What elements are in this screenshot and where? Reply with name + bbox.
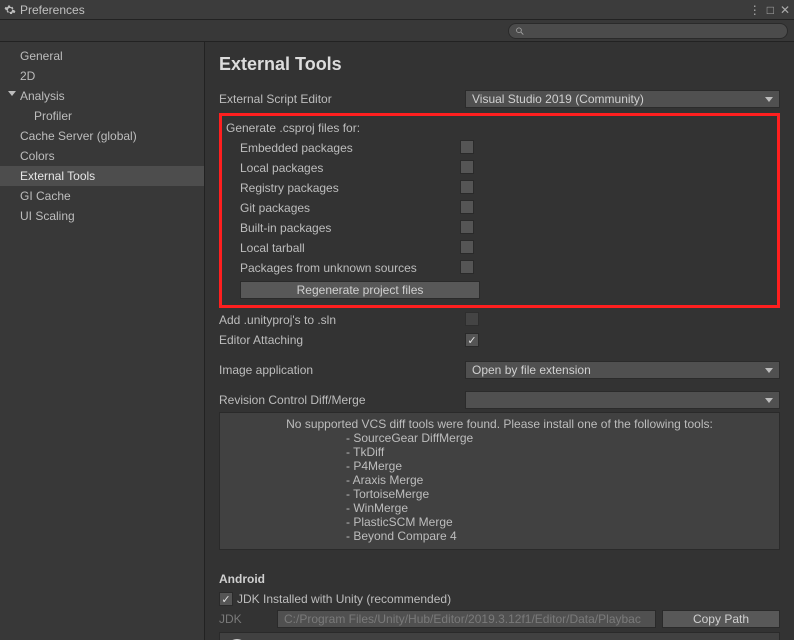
vcs-info-box: No supported VCS diff tools were found. … [219, 412, 780, 550]
vcs-notfound: No supported VCS diff tools were found. … [226, 417, 773, 431]
vcs-tool-1: - TkDiff [226, 445, 773, 459]
image-app-value: Open by file extension [472, 363, 591, 377]
csproj-check-git[interactable] [460, 200, 474, 214]
close-icon[interactable]: ✕ [780, 3, 790, 17]
csproj-check-builtin[interactable] [460, 220, 474, 234]
gear-icon [4, 4, 16, 16]
jdk-info-box: ! JDK installed with Unity is based on O… [219, 632, 780, 640]
sidebar-item-analysis[interactable]: Analysis [0, 86, 204, 106]
vcs-tool-5: - WinMerge [226, 501, 773, 515]
maximize-icon[interactable]: □ [767, 3, 774, 17]
script-editor-label: External Script Editor [219, 92, 465, 106]
sidebar: General 2D Analysis Profiler Cache Serve… [0, 42, 205, 640]
add-unityproj-check [465, 312, 479, 326]
vcs-tool-4: - TortoiseMerge [226, 487, 773, 501]
add-unityproj-label: Add .unityproj's to .sln [219, 313, 465, 327]
csproj-check-registry[interactable] [460, 180, 474, 194]
titlebar: Preferences ⋮ □ ✕ [0, 0, 794, 20]
sidebar-item-2d[interactable]: 2D [0, 66, 204, 86]
editor-attaching-check[interactable] [465, 333, 479, 347]
csproj-opt-unknown: Packages from unknown sources [226, 261, 460, 275]
sidebar-item-profiler[interactable]: Profiler [0, 106, 204, 126]
search-box[interactable] [508, 23, 788, 39]
csproj-opt-git: Git packages [226, 201, 460, 215]
copy-path-button[interactable]: Copy Path [662, 610, 780, 628]
script-editor-value: Visual Studio 2019 (Community) [472, 92, 644, 106]
jdk-installed-check[interactable] [219, 592, 233, 606]
page-title: External Tools [219, 54, 780, 75]
csproj-check-local[interactable] [460, 160, 474, 174]
vcs-tool-0: - SourceGear DiffMerge [226, 431, 773, 445]
regenerate-button[interactable]: Regenerate project files [240, 281, 480, 299]
main-panel: External Tools External Script Editor Vi… [205, 42, 794, 640]
jdk-label: JDK [219, 612, 271, 626]
window-title: Preferences [20, 3, 85, 17]
vcs-tool-3: - Araxis Merge [226, 473, 773, 487]
search-icon [515, 26, 525, 36]
sidebar-item-gi-cache[interactable]: GI Cache [0, 186, 204, 206]
vcs-tool-2: - P4Merge [226, 459, 773, 473]
csproj-opt-tarball: Local tarball [226, 241, 460, 255]
sidebar-item-ui-scaling[interactable]: UI Scaling [0, 206, 204, 226]
sidebar-item-general[interactable]: General [0, 46, 204, 66]
script-editor-dropdown[interactable]: Visual Studio 2019 (Community) [465, 90, 780, 108]
vcs-tool-7: - Beyond Compare 4 [226, 529, 773, 543]
search-input[interactable] [529, 25, 782, 37]
editor-attaching-label: Editor Attaching [219, 333, 465, 347]
csproj-opt-embedded: Embedded packages [226, 141, 460, 155]
image-app-label: Image application [219, 363, 465, 377]
csproj-opt-registry: Registry packages [226, 181, 460, 195]
menu-icon[interactable]: ⋮ [749, 3, 761, 17]
jdk-installed-label: JDK Installed with Unity (recommended) [237, 592, 451, 606]
csproj-check-unknown[interactable] [460, 260, 474, 274]
revision-dropdown[interactable] [465, 391, 780, 409]
jdk-path-field: C:/Program Files/Unity/Hub/Editor/2019.3… [277, 610, 656, 628]
toolbar [0, 20, 794, 42]
revision-label: Revision Control Diff/Merge [219, 393, 465, 407]
csproj-heading: Generate .csproj files for: [226, 121, 360, 135]
sidebar-item-colors[interactable]: Colors [0, 146, 204, 166]
sidebar-item-external-tools[interactable]: External Tools [0, 166, 204, 186]
sidebar-item-cache-server[interactable]: Cache Server (global) [0, 126, 204, 146]
android-heading: Android [219, 572, 780, 586]
csproj-check-tarball[interactable] [460, 240, 474, 254]
image-app-dropdown[interactable]: Open by file extension [465, 361, 780, 379]
csproj-check-embedded[interactable] [460, 140, 474, 154]
csproj-opt-local: Local packages [226, 161, 460, 175]
csproj-highlight: Generate .csproj files for: Embedded pac… [219, 113, 780, 308]
vcs-tool-6: - PlasticSCM Merge [226, 515, 773, 529]
csproj-opt-builtin: Built-in packages [226, 221, 460, 235]
